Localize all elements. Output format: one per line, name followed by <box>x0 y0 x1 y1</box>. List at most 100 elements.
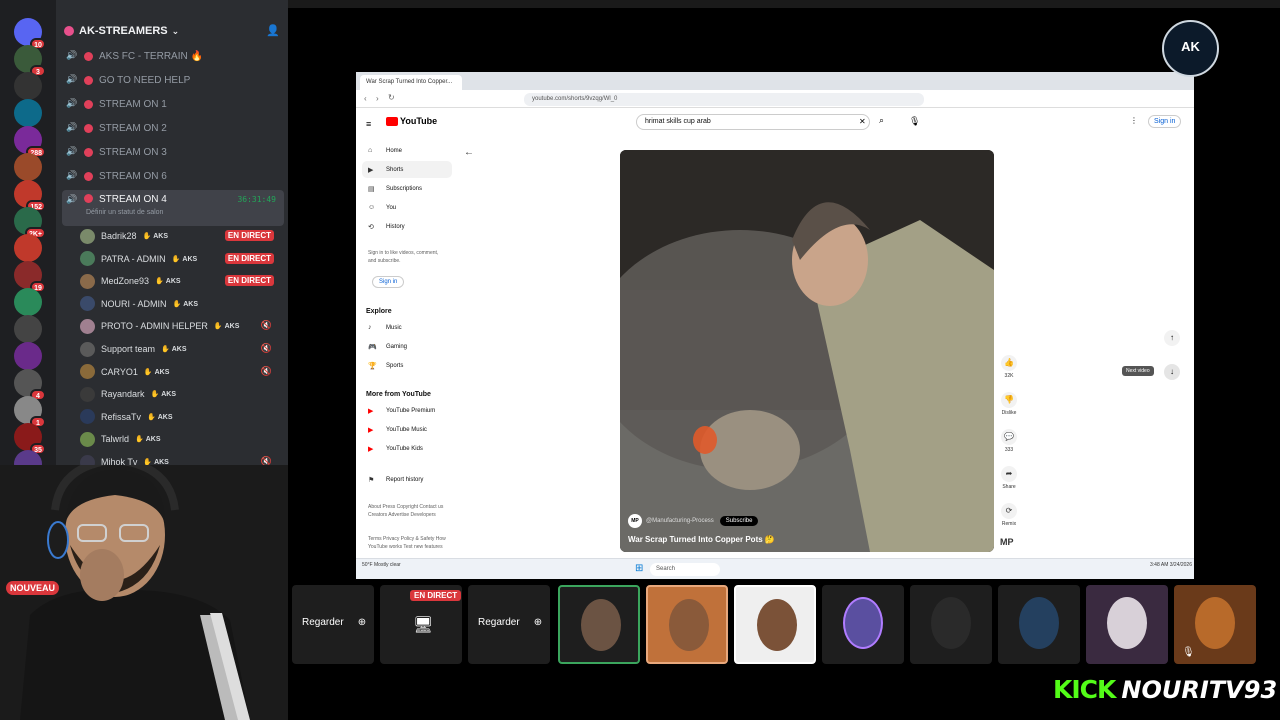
avatar-tile-2[interactable] <box>646 585 728 664</box>
voice-channel[interactable]: 🔊 AKS FC - TERRAIN 🔥 <box>62 46 284 66</box>
report-history[interactable]: ⚑ Report history <box>362 471 452 488</box>
avatar-tile-8[interactable]: 🎙 <box>1174 585 1256 664</box>
server-icon[interactable] <box>14 99 42 127</box>
search-input[interactable]: hrimat skills cup arab <box>636 114 870 130</box>
next-video-icon[interactable]: ↓ <box>1164 364 1180 380</box>
server-icon[interactable]: 1 <box>14 396 46 428</box>
avatar-tile-6[interactable] <box>998 585 1080 664</box>
previous-video-icon[interactable]: ↑ <box>1164 330 1180 346</box>
server-icon[interactable]: 3 <box>14 45 46 77</box>
voice-channel[interactable]: 🔊 STREAM ON 2 <box>62 118 284 138</box>
server-icon[interactable] <box>14 234 42 262</box>
server-icon[interactable] <box>14 153 42 181</box>
server-header[interactable]: AK-STREAMERS ⌄ 👤 <box>56 18 288 44</box>
remix-button[interactable]: ⟳ Remix <box>999 503 1019 527</box>
nav-subscriptions[interactable]: ▤ Subscriptions <box>362 180 452 197</box>
voice-user[interactable]: Rayandark AKS <box>80 384 280 404</box>
avatar-tile-5[interactable] <box>910 585 992 664</box>
server-icon[interactable] <box>14 342 42 370</box>
clear-search-icon[interactable]: ✕ <box>859 117 866 126</box>
signin-button[interactable]: Sign in <box>1148 115 1182 128</box>
nav-you[interactable]: ☺ You <box>362 199 452 216</box>
menu-icon[interactable]: ≡ <box>366 119 371 129</box>
server-icon[interactable] <box>14 288 42 316</box>
more-item[interactable]: ▶ YouTube Music <box>362 421 452 438</box>
share-button[interactable]: ➦ Share <box>999 466 1019 490</box>
mic-icon[interactable]: 🎙 <box>909 116 920 127</box>
channel-timer: 36:31:49 <box>237 195 276 204</box>
avatar-tile-7[interactable] <box>1086 585 1168 664</box>
voice-user[interactable]: Talwrld AKS <box>80 429 280 449</box>
voice-user[interactable]: NOURI - ADMIN AKS <box>80 294 280 314</box>
server-icon[interactable] <box>14 315 42 343</box>
avatar <box>669 599 709 651</box>
more-item[interactable]: ▶ YouTube Kids <box>362 440 452 457</box>
weather-widget[interactable]: 50°F Mostly clear <box>362 562 422 568</box>
speaker-icon: 🔊 <box>66 98 78 108</box>
watch-button-2[interactable]: Regarder ⊕ <box>478 617 542 628</box>
address-bar: ‹ › ↻ youtube.com/shorts/9vzqg/Wl_0 <box>356 90 1194 108</box>
sidebar-signin-button[interactable]: Sign in <box>372 276 405 288</box>
explore-sports[interactable]: 🏆 Sports <box>362 357 452 374</box>
voice-channel[interactable]: 🔊 STREAM ON 1 <box>62 94 284 114</box>
kick-brand: KICK NOURITV93 <box>1053 675 1277 704</box>
server-gem-icon <box>64 26 74 36</box>
server-icon[interactable]: 10 <box>14 18 46 50</box>
voice-user[interactable]: Badrik28 AKS EN DIRECT <box>80 226 280 246</box>
more-options-icon[interactable]: ⋮ <box>1130 116 1138 125</box>
watch-button[interactable]: Regarder ⊕ <box>302 617 366 628</box>
screen-share-tile-2[interactable]: Regarder ⊕ <box>468 585 550 664</box>
nav-history[interactable]: ⟲ History <box>362 218 452 235</box>
server-icon[interactable]: 19 <box>14 261 46 293</box>
channel-logo-mp[interactable]: MP <box>1000 537 1014 547</box>
voice-channel[interactable]: 🔊 STREAM ON 6 <box>62 166 284 186</box>
more-item[interactable]: ▶ YouTube Premium <box>362 402 452 419</box>
server-icon[interactable]: 152 <box>14 180 46 212</box>
avatar-tile-4[interactable] <box>822 585 904 664</box>
avatar-tile-1[interactable] <box>558 585 640 664</box>
channel-handle[interactable]: @Manufacturing-Process <box>646 518 714 524</box>
youtube-logo[interactable]: YouTube <box>386 116 437 126</box>
explore-music[interactable]: ♪ Music <box>362 319 452 336</box>
like-button[interactable]: 👍 32K <box>999 355 1019 379</box>
speaker-icon: 🔊 <box>66 74 78 84</box>
explore-gaming[interactable]: 🎮 Gaming <box>362 338 452 355</box>
speaker-icon: 🔊 <box>66 194 78 204</box>
voice-user[interactable]: PROTO - ADMIN HELPER AKS 🔇 <box>80 316 280 336</box>
nav-home[interactable]: ⌂ Home <box>362 142 452 159</box>
voice-user[interactable]: MedZone93 AKS EN DIRECT <box>80 271 280 291</box>
voice-channel[interactable]: 🔊 STREAM ON 3 <box>62 142 284 162</box>
subscribe-button[interactable]: Subscribe <box>719 516 759 526</box>
short-video[interactable]: MP @Manufacturing-Process Subscribe War … <box>620 150 994 552</box>
dislike-button[interactable]: 👎 Dislike <box>999 392 1019 416</box>
voice-user[interactable]: CARYO1 AKS 🔇 <box>80 362 280 382</box>
search-icon[interactable]: ⌕ <box>879 115 884 126</box>
nav-shorts[interactable]: ▶ Shorts <box>362 161 452 178</box>
channel-status-hint[interactable]: Définir un statut de salon <box>86 209 163 216</box>
back-arrow-icon[interactable]: ← <box>464 147 474 158</box>
start-icon[interactable]: ⊞ <box>635 563 643 574</box>
back-icon[interactable]: ‹ <box>364 94 367 103</box>
taskbar-search[interactable]: Search <box>650 563 720 576</box>
browser-tab[interactable]: War Scrap Turned Into Copper... <box>360 75 462 90</box>
avatar-tile-3[interactable] <box>734 585 816 664</box>
screen-share-tile[interactable]: Regarder ⊕ <box>292 585 374 664</box>
server-icon[interactable]: 4 <box>14 369 46 401</box>
server-icon[interactable]: 35 <box>14 423 46 455</box>
like-count: 32K <box>1004 373 1014 379</box>
active-voice-channel[interactable]: 🔊 STREAM ON 4 36:31:49 Définir un statut de… <box>62 190 284 226</box>
voice-channel[interactable]: 🔊 GO TO NEED HELP <box>62 70 284 90</box>
reload-icon[interactable]: ↻ <box>388 93 395 102</box>
server-icon[interactable] <box>14 72 42 100</box>
server-icon[interactable]: 2K+ <box>14 207 46 239</box>
voice-user[interactable]: RefissaTv AKS <box>80 407 280 427</box>
user-tag: AKS <box>151 390 176 398</box>
voice-user[interactable]: PATRA - ADMIN AKS EN DIRECT <box>80 249 280 269</box>
add-user-icon[interactable]: 👤 <box>266 24 280 38</box>
voice-user[interactable]: Support team AKS 🔇 <box>80 339 280 359</box>
server-icon[interactable]: 288 <box>14 126 46 158</box>
footer-links: About Press Copyright Contact us Creator… <box>368 504 444 518</box>
forward-icon[interactable]: › <box>376 94 379 103</box>
url-field[interactable]: youtube.com/shorts/9vzqg/Wl_0 <box>524 93 924 106</box>
comments-button[interactable]: 💬 333 <box>999 429 1019 453</box>
